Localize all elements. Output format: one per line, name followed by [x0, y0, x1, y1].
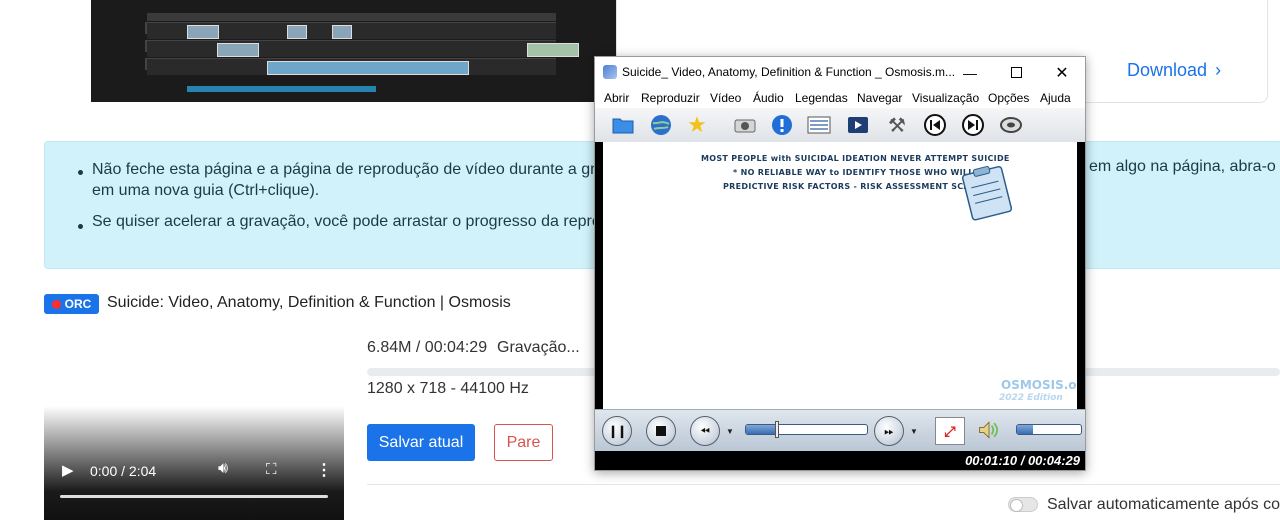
play-icon[interactable]: ▶ — [62, 461, 74, 479]
tools-icon[interactable]: ⚒︎ — [885, 113, 909, 137]
minimize-button[interactable]: — — [947, 57, 993, 88]
menu-legendas[interactable]: Legendas — [795, 91, 848, 105]
bullet-icon — [78, 224, 83, 229]
video-frame: MOST PEOPLE with SUICIDAL IDEATION NEVER… — [603, 142, 1077, 409]
favorites-star-icon[interactable]: ★ — [685, 112, 709, 137]
menu-audio[interactable]: Áudio — [753, 91, 784, 105]
volume-slider[interactable] — [1016, 424, 1082, 435]
globe-icon[interactable] — [649, 113, 673, 137]
close-button[interactable]: ✕ — [1039, 57, 1085, 88]
window-titlebar[interactable]: Suicide_ Video, Anatomy, Definition & Fu… — [595, 57, 1085, 88]
seek-handle[interactable] — [774, 421, 779, 438]
maximize-button[interactable] — [993, 57, 1039, 88]
info-line1-continued: em uma nova guia (Ctrl+clique). — [92, 182, 320, 199]
seek-bar[interactable] — [745, 424, 868, 435]
pause-button[interactable]: ❙❙ — [602, 416, 632, 446]
auto-save-toggle[interactable] — [1008, 497, 1038, 512]
chevron-right-icon: › — [1215, 60, 1222, 80]
screenshot-camera-icon[interactable] — [733, 113, 757, 137]
record-dot-icon — [51, 299, 61, 309]
player-statusbar: 00:01:10 / 00:04:29 — [595, 451, 1085, 470]
video-screen[interactable]: MOST PEOPLE with SUICIDAL IDEATION NEVER… — [595, 142, 1085, 409]
previous-icon[interactable] — [923, 113, 947, 137]
menu-visualizacao[interactable]: Visualização — [912, 91, 979, 105]
app-icon — [603, 65, 617, 79]
window-title: Suicide_ Video, Anatomy, Definition & Fu… — [622, 65, 956, 79]
fullscreen-icon[interactable]: ⛶ — [266, 461, 277, 478]
editor-preview-image — [91, 0, 616, 102]
more-options-icon[interactable]: ⋮ — [316, 460, 332, 480]
playback-timecode: 00:01:10 / 00:04:29 — [965, 453, 1080, 468]
video-time: 0:00 / 2:04 — [90, 463, 157, 479]
menu-reproduzir[interactable]: Reproduzir — [641, 91, 700, 105]
video-progress-bar[interactable] — [60, 495, 328, 498]
download-link[interactable]: Download › — [1127, 60, 1221, 81]
recording-badge-label: ORC — [64, 297, 92, 311]
divider — [367, 484, 1280, 485]
fast-forward-button[interactable]: ⏩︎ — [874, 416, 904, 446]
player-toolbar: ★ ⚒︎ — [595, 108, 1085, 143]
menu-video[interactable]: Vídeo — [710, 91, 741, 105]
video-preview[interactable]: ▶ 0:00 / 2:04 🔊︎ ⛶ ⋮ — [44, 330, 344, 520]
info-line2: Se quiser acelerar a gravação, você pode… — [92, 213, 610, 230]
frame-text-line1: MOST PEOPLE with SUICIDAL IDEATION NEVER… — [701, 154, 1010, 163]
clipboard-illustration — [961, 165, 1013, 221]
rewind-button[interactable]: ⏪︎ — [690, 416, 720, 446]
volume-icon[interactable]: 🔊︎ — [218, 460, 228, 478]
recording-resolution: 1280 x 718 - 44100 Hz — [367, 380, 529, 397]
fullscreen-toggle-icon[interactable]: ⤢ — [935, 417, 965, 445]
menu-ajuda[interactable]: Ajuda — [1040, 91, 1071, 105]
next-icon[interactable] — [961, 113, 985, 137]
auto-save-label: Salvar automaticamente após con — [1047, 496, 1280, 513]
eject-icon[interactable] — [999, 113, 1023, 137]
stop-button[interactable]: Pare — [494, 424, 553, 461]
open-folder-icon[interactable] — [611, 113, 635, 137]
recording-title: Suicide: Video, Anatomy, Definition & Fu… — [107, 294, 511, 311]
video-settings-icon[interactable] — [846, 113, 870, 137]
rewind-dropdown-icon[interactable]: ▼ — [726, 427, 734, 436]
forward-dropdown-icon[interactable]: ▼ — [910, 427, 918, 436]
save-current-button[interactable]: Salvar atual — [367, 424, 475, 461]
recording-badge: ORC — [44, 294, 99, 314]
info-icon[interactable] — [770, 113, 794, 137]
menu-opcoes[interactable]: Opções — [988, 91, 1029, 105]
stop-playback-button[interactable] — [646, 416, 676, 446]
menu-abrir[interactable]: Abrir — [604, 91, 629, 105]
osmosis-logo: OSMOSIS.org — [1001, 378, 1077, 392]
media-player-window: Suicide_ Video, Anatomy, Definition & Fu… — [594, 56, 1086, 471]
playlist-icon[interactable] — [807, 113, 831, 137]
info-line1-end: em algo na página, abra-o — [1089, 158, 1276, 175]
frame-text-line3: PREDICTIVE RISK FACTORS - RISK ASSESSMEN… — [723, 182, 982, 191]
menu-navegar[interactable]: Navegar — [857, 91, 902, 105]
info-line1-start: Não feche esta página e a página de repr… — [92, 161, 605, 178]
recording-status: Gravação... — [497, 339, 580, 356]
bullet-icon — [78, 170, 83, 175]
osmosis-edition: 2022 Edition — [999, 393, 1063, 403]
recording-size-time: 6.84M / 00:04:29 — [367, 339, 488, 356]
player-controls: ❙❙ ⏪︎ ▼ ⏩︎ ▼ ⤢ — [595, 409, 1085, 452]
menu-bar: Abrir Reproduzir Vídeo Áudio Legendas Na… — [595, 88, 1085, 108]
speaker-icon[interactable] — [977, 418, 1001, 442]
download-label: Download — [1127, 60, 1208, 80]
frame-text-line2: * NO RELIABLE WAY to IDENTIFY THOSE WHO … — [733, 168, 974, 177]
